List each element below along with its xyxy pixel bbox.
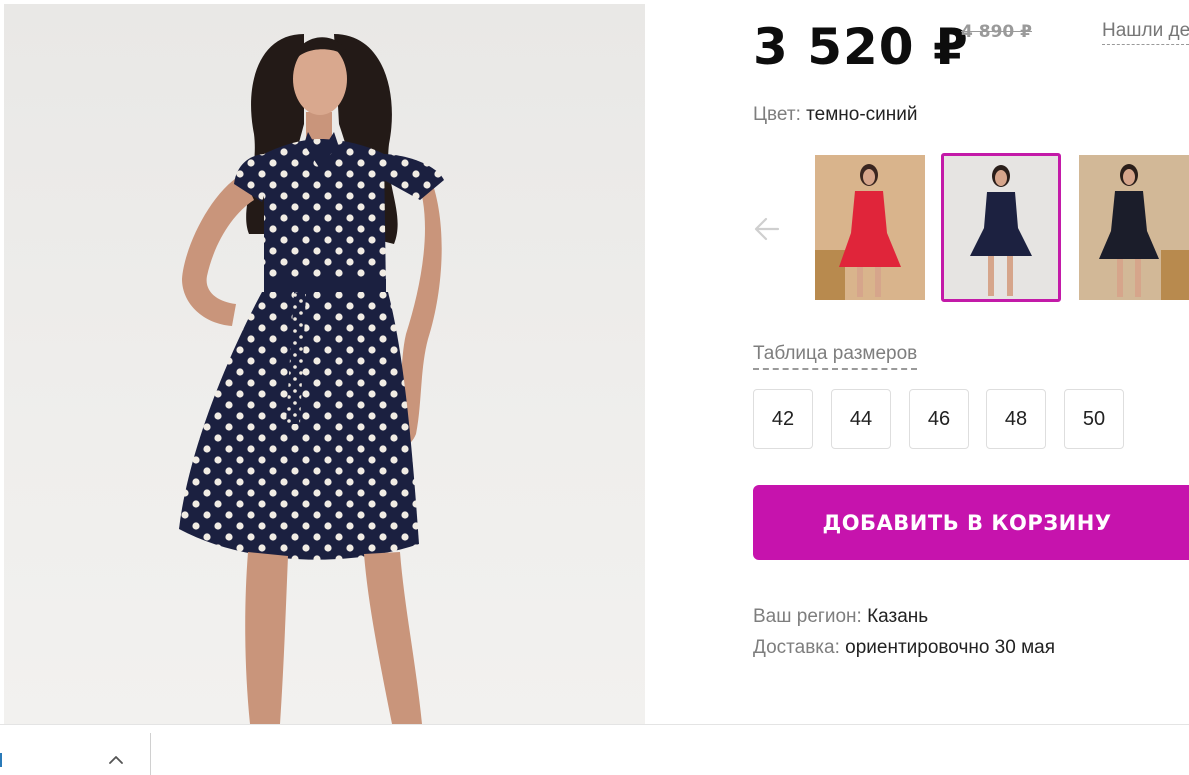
size-table-link[interactable]: Таблица размеров [753,343,918,370]
region-label: Ваш регион: [753,606,862,627]
found-cheaper-link[interactable]: Нашли де [1102,20,1189,45]
product-main-photo[interactable] [4,4,645,724]
delivery-label: Доставка: [753,637,840,658]
bottom-bar [0,725,1189,775]
color-swatch-red[interactable] [815,155,925,300]
bottom-bar-edge-marker [0,753,4,767]
size-option[interactable]: 46 [909,389,969,449]
bottom-bar-separator [150,733,151,775]
collapse-button[interactable] [106,753,126,767]
model-in-dress-image [179,34,444,724]
color-selector-label: Цвет: темно-синий [753,104,917,126]
red-dress-thumbnail [815,155,925,300]
old-price: 4 890 ₽ [961,22,1032,42]
region-value[interactable]: Казань [867,606,928,627]
navy-dress-thumbnail [944,156,1058,299]
size-option[interactable]: 44 [831,389,891,449]
color-swatch-navy-selected[interactable] [941,153,1061,302]
size-option[interactable]: 42 [753,389,813,449]
carousel-prev-button[interactable] [752,212,782,246]
color-swatch-navy-alt[interactable] [1079,155,1189,300]
color-label: Цвет: [753,104,801,125]
product-page: 3 520 ₽ 4 890 ₽ Нашли де Цвет: темно-син… [0,0,1189,775]
region-line: Ваш регион: Казань [753,606,928,628]
size-option[interactable]: 48 [986,389,1046,449]
size-option[interactable]: 50 [1064,389,1124,449]
delivery-value: ориентировочно 30 мая [845,637,1056,658]
current-price: 3 520 ₽ [753,18,969,76]
add-to-cart-button[interactable]: ДОБАВИТЬ В КОРЗИНУ [753,485,1189,560]
navy-dress-alt-thumbnail [1079,155,1189,300]
price-row: 3 520 ₽ 4 890 ₽ Нашли де [753,10,1189,76]
arrow-left-icon [754,217,780,241]
chevron-up-icon [109,756,123,764]
delivery-line: Доставка: ориентировочно 30 мая [753,637,1055,659]
color-value: темно-синий [806,104,918,125]
